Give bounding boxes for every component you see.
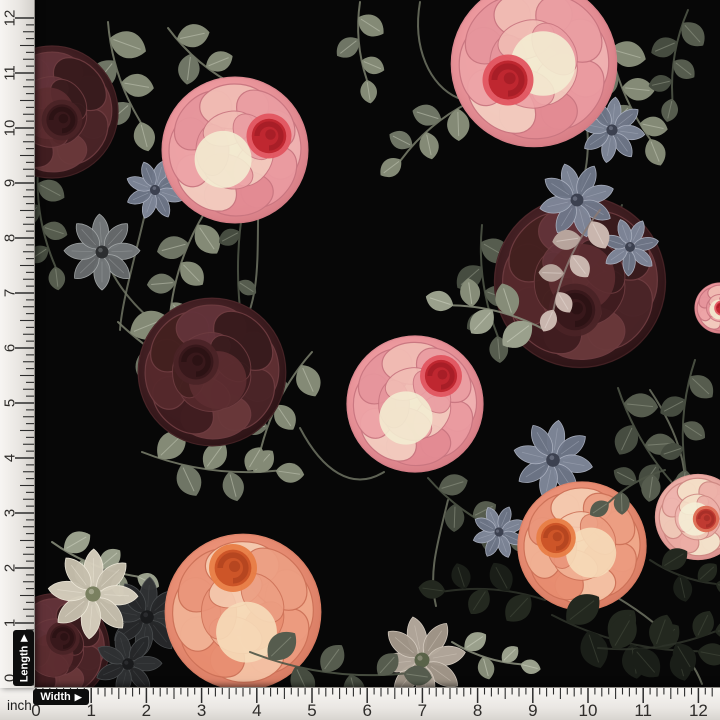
horizontal-width-ruler: 0123456789101112 <box>0 687 720 720</box>
svg-text:9: 9 <box>528 701 537 720</box>
arrow-right-icon: ▶ <box>75 693 82 702</box>
length-ruler-ticks: 0123456789101112 <box>0 0 34 688</box>
svg-text:11: 11 <box>634 701 652 720</box>
svg-text:9: 9 <box>1 179 18 187</box>
length-badge: Length ▶ <box>13 630 34 686</box>
svg-text:4: 4 <box>252 701 261 720</box>
svg-text:3: 3 <box>1 509 18 517</box>
svg-text:6: 6 <box>362 701 371 720</box>
svg-text:7: 7 <box>418 701 427 720</box>
width-badge-label: Width <box>40 691 70 703</box>
svg-text:2: 2 <box>142 701 151 720</box>
svg-text:11: 11 <box>1 65 18 81</box>
fabric-product-image: 0123456789101112 0123456789101112 Length… <box>0 0 720 720</box>
svg-text:4: 4 <box>1 454 18 462</box>
svg-text:5: 5 <box>1 399 18 407</box>
width-badge: Width ▶ <box>33 689 89 705</box>
svg-text:3: 3 <box>197 701 206 720</box>
rose-flower <box>138 298 287 447</box>
svg-text:7: 7 <box>1 289 18 297</box>
svg-text:10: 10 <box>1 120 18 137</box>
length-badge-label: Length <box>18 645 30 682</box>
svg-text:12: 12 <box>689 701 708 720</box>
unit-label: inch <box>7 698 32 713</box>
width-ruler-ticks: 0123456789101112 <box>0 688 720 720</box>
svg-text:2: 2 <box>1 564 18 572</box>
rose-flower <box>162 77 309 224</box>
arrow-up-icon: ▶ <box>19 634 28 641</box>
svg-text:5: 5 <box>307 701 316 720</box>
svg-text:12: 12 <box>1 10 18 27</box>
floral-fabric-pattern <box>0 0 720 720</box>
svg-text:8: 8 <box>473 701 482 720</box>
svg-text:6: 6 <box>1 344 18 352</box>
vertical-length-ruler: 0123456789101112 <box>0 0 35 688</box>
svg-text:10: 10 <box>579 701 598 720</box>
svg-text:8: 8 <box>1 234 18 242</box>
rose-flower <box>346 335 483 472</box>
svg-text:1: 1 <box>1 619 18 627</box>
